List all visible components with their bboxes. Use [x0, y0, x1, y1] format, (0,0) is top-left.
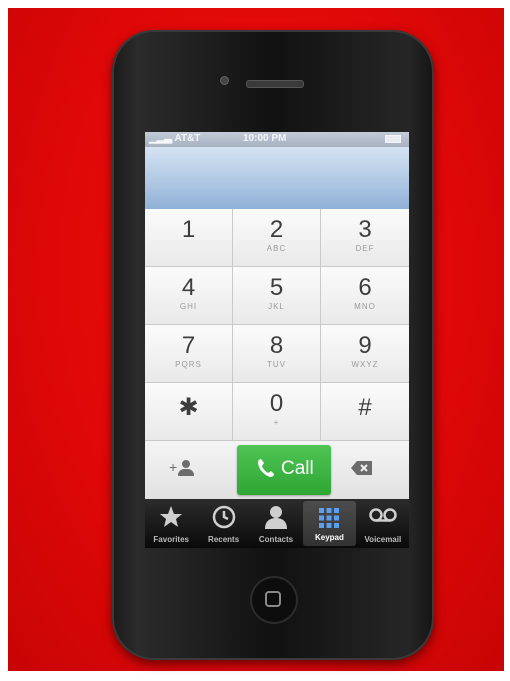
voicemail-icon: [369, 508, 397, 522]
add-contact-icon: [182, 460, 190, 468]
key-3[interactable]: 3 DEF: [321, 209, 409, 267]
key-star[interactable]: ✱: [145, 383, 233, 441]
key-4[interactable]: 4 GHI: [145, 267, 233, 325]
delete-icon[interactable]: [351, 461, 373, 475]
plus-icon: +: [169, 459, 178, 475]
carrier-label: ▁▂▃ AT&T: [149, 133, 201, 144]
key-5[interactable]: 5 JKL: [233, 267, 321, 325]
tab-recents[interactable]: Recents: [197, 499, 249, 548]
star-icon: [160, 506, 183, 527]
battery-icon: [385, 135, 401, 143]
person-icon: [265, 506, 288, 529]
status-bar: ▁▂▃ AT&T 10:00 PM: [145, 132, 409, 147]
key-2[interactable]: 2 ABC: [233, 209, 321, 267]
key-hash[interactable]: #: [321, 383, 409, 441]
keypad-icon: [319, 508, 340, 528]
action-row: + Call: [145, 441, 409, 499]
tab-favorites[interactable]: Favorites: [145, 499, 197, 548]
earpiece-speaker: [246, 80, 304, 88]
phone-handset-icon: [258, 459, 274, 477]
key-9[interactable]: 9 WXYZ: [321, 325, 409, 383]
clock-time: 10:00 PM: [243, 133, 287, 144]
home-button[interactable]: [252, 578, 296, 622]
key-8[interactable]: 8 TUV: [233, 325, 321, 383]
tab-contacts[interactable]: Contacts: [250, 499, 302, 548]
iphone-device: ▁▂▃ AT&T 10:00 PM 1 2 ABC 3 DEF 4 GHI 5 JKL …: [112, 30, 434, 660]
add-contact-icon-body: [178, 469, 194, 476]
home-square-icon: [265, 591, 281, 607]
call-label: Call: [281, 458, 314, 479]
signal-icon: ▁▂▃: [149, 133, 175, 144]
front-camera: [220, 76, 229, 85]
tab-bar: Favorites Recents Contacts Keypad Voicem…: [145, 499, 409, 548]
clock-icon: [212, 505, 235, 529]
key-1[interactable]: 1: [145, 209, 233, 267]
tab-voicemail[interactable]: Voicemail: [357, 499, 409, 548]
key-6[interactable]: 6 MNO: [321, 267, 409, 325]
dial-keypad: 1 2 ABC 3 DEF 4 GHI 5 JKL 6 MNO 7 PQRS 8 TUV 9W…: [145, 209, 409, 441]
key-7[interactable]: 7 PQRS: [145, 325, 233, 383]
add-contact-button[interactable]: +: [169, 455, 209, 485]
number-display: [145, 147, 409, 209]
key-0[interactable]: 0 +: [233, 383, 321, 441]
tab-keypad[interactable]: Keypad: [303, 501, 356, 546]
phone-screen: ▁▂▃ AT&T 10:00 PM 1 2 ABC 3 DEF 4 GHI 5 JKL …: [145, 132, 409, 548]
call-button[interactable]: Call: [237, 445, 331, 495]
